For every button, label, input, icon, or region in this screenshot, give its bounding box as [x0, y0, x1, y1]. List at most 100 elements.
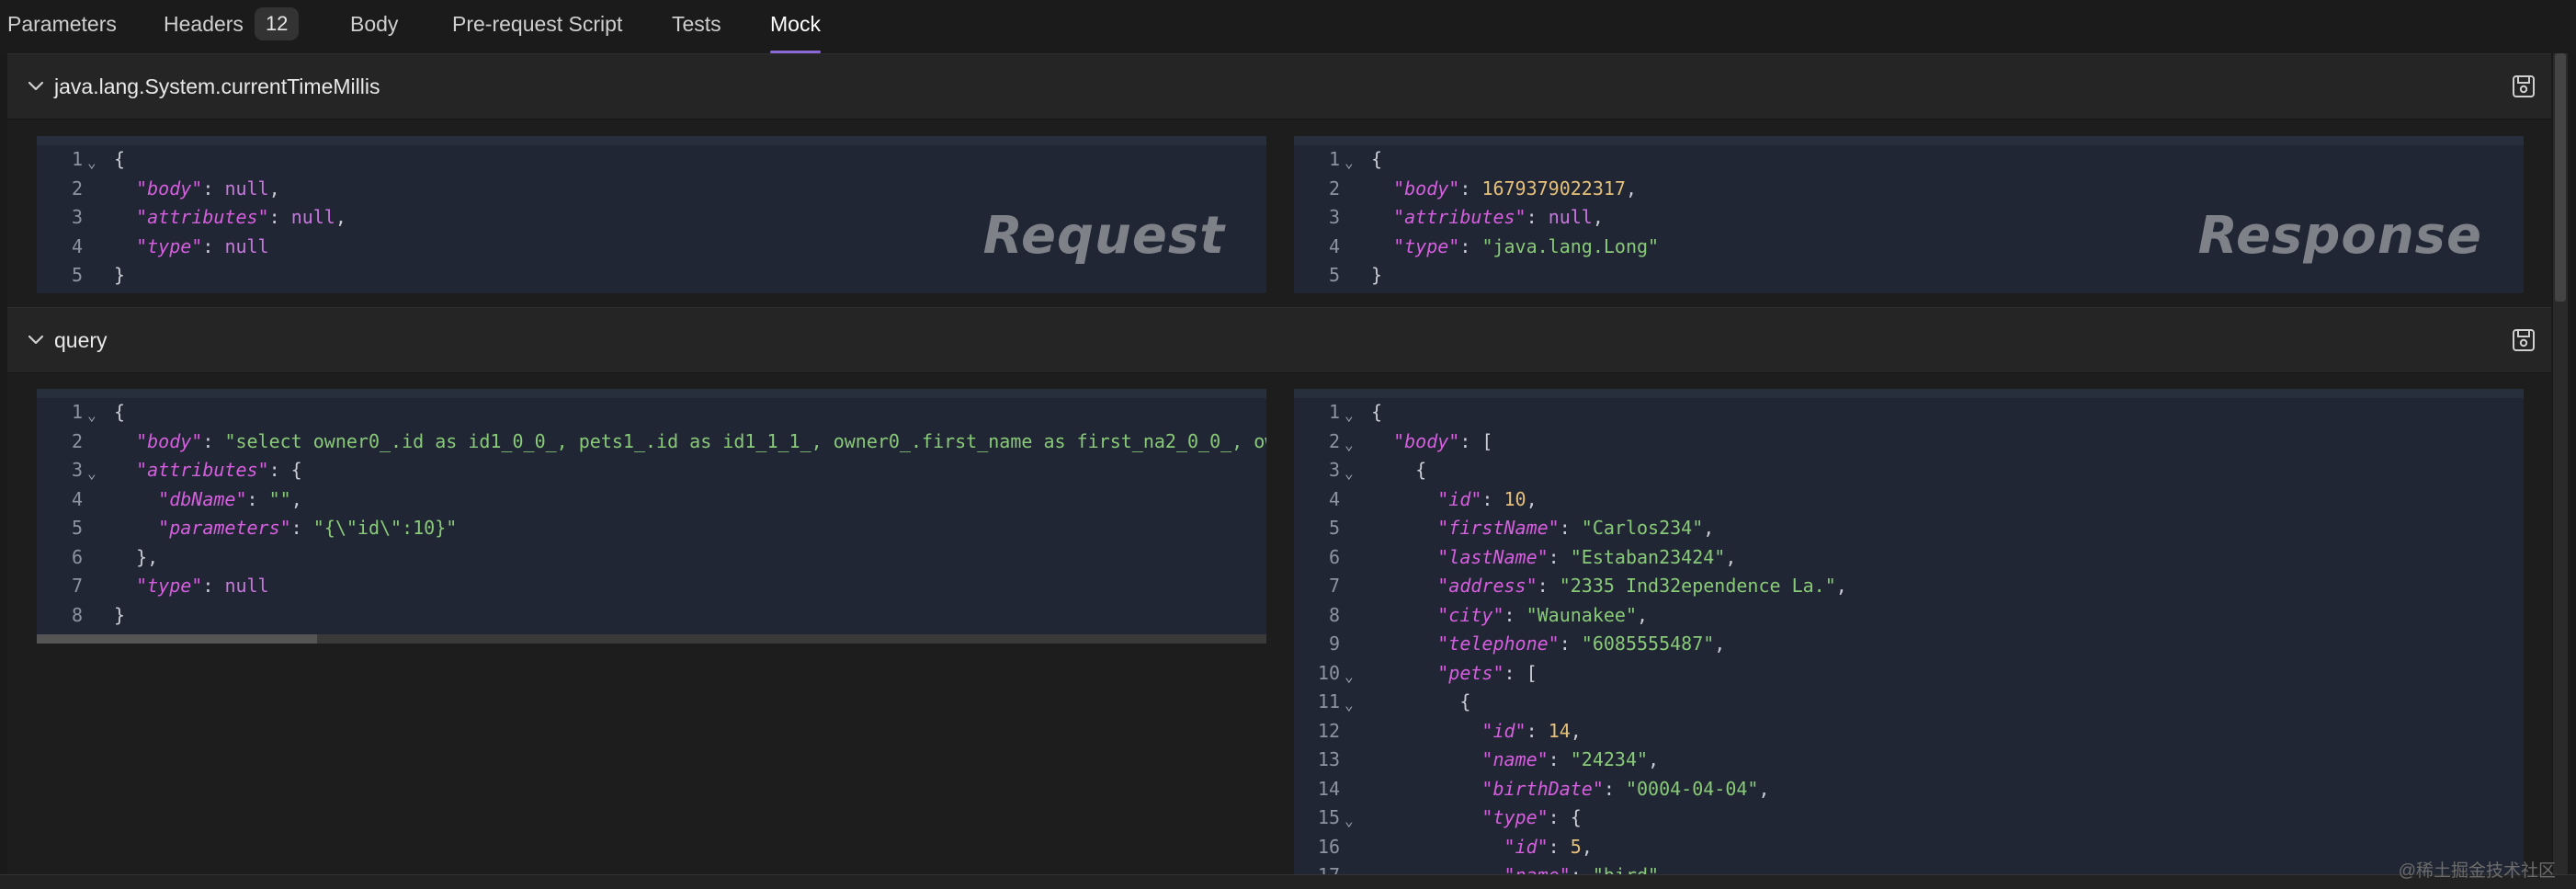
- tab-parameters[interactable]: Parameters: [7, 0, 117, 53]
- chevron-down-icon[interactable]: [22, 73, 50, 100]
- scrollbar-thumb[interactable]: [2555, 53, 2566, 302]
- tab-pre-request-script[interactable]: Pre-request Script: [452, 0, 622, 53]
- code-text: "dbName": "",: [158, 487, 302, 510]
- code-text: "id": 14,: [1481, 719, 1582, 742]
- line-number: 1: [71, 148, 83, 170]
- code-text: "type": null: [136, 575, 269, 597]
- line-number: 2: [71, 177, 83, 199]
- code-text: "address": "2335 Ind32ependence La.",: [1437, 575, 1847, 597]
- tab-tests[interactable]: Tests: [672, 0, 721, 53]
- fold-arrow-icon[interactable]: ⌄: [1345, 430, 1354, 460]
- code-text: "telephone": "6085555487",: [1437, 633, 1726, 655]
- line-number: 13: [1317, 748, 1340, 770]
- code-text: "birthDate": "0004-04-04",: [1481, 777, 1770, 800]
- code-text: "body": [: [1393, 429, 1493, 452]
- code-text: "body": null,: [136, 177, 280, 199]
- scrollbar-thumb[interactable]: [37, 634, 317, 644]
- code-text: }: [114, 603, 126, 626]
- query-response-editor[interactable]: 1 ⌄{2 ⌄ "body": [3 ⌄ {4 "id": 10, 5 "firstNa…: [1294, 389, 2524, 874]
- section-header-currenttimemillis[interactable]: java.lang.System.currentTimeMillis: [7, 53, 2551, 120]
- code-text: {: [1371, 401, 1383, 423]
- code-line: 5 "firstName": "Carlos234",: [1294, 514, 2524, 543]
- horizontal-scrollbar[interactable]: [37, 634, 1266, 644]
- code-text: "id": 10,: [1437, 487, 1538, 510]
- query-request-editor[interactable]: 1 ⌄{2 "body": "select owner0_.id as id1_0…: [37, 389, 1266, 644]
- line-number: 14: [1317, 777, 1340, 800]
- code-text: "type": "java.lang.Long": [1393, 234, 1660, 257]
- line-number: 3: [71, 206, 83, 228]
- line-number: 2: [1328, 177, 1340, 199]
- code-text: {: [114, 401, 126, 423]
- bottom-edge: [0, 874, 2576, 889]
- code-text: {: [1371, 690, 1471, 712]
- code-text: "attributes": {: [136, 459, 302, 481]
- code-text: {: [114, 148, 126, 170]
- code-line: 13 "name": "24234",: [1294, 746, 2524, 775]
- code-line: 6 "lastName": "Estaban23424",: [1294, 543, 2524, 573]
- fold-arrow-icon[interactable]: ⌄: [1345, 459, 1354, 488]
- fold-arrow-icon[interactable]: ⌄: [87, 459, 96, 488]
- tab-label: Tests: [672, 12, 721, 36]
- line-number: 5: [1328, 264, 1340, 286]
- line-number: 3: [1328, 459, 1340, 481]
- fold-arrow-icon[interactable]: ⌄: [1345, 662, 1354, 691]
- code-text: "firstName": "Carlos234",: [1437, 517, 1715, 539]
- code-line: 2 ⌄ "body": [: [1294, 427, 2524, 457]
- line-number: 3: [1328, 206, 1340, 228]
- headers-count-badge: 12: [254, 6, 300, 40]
- tab-label: Parameters: [7, 12, 117, 36]
- line-number: 8: [71, 603, 83, 626]
- code-line: 4 "id": 10,: [1294, 485, 2524, 515]
- request-label: Request: [982, 206, 1225, 266]
- code-text: "body": 1679379022317,: [1393, 177, 1638, 199]
- line-number: 1: [1328, 401, 1340, 423]
- vertical-scrollbar[interactable]: [2553, 53, 2568, 874]
- line-number: 3: [71, 459, 83, 481]
- code-line: 10 ⌄ "pets": [: [1294, 659, 2524, 689]
- code-line: 2 "body": "select owner0_.id as id1_0_0_…: [37, 427, 1266, 457]
- save-icon[interactable]: [2511, 74, 2536, 99]
- fold-arrow-icon[interactable]: ⌄: [1345, 690, 1354, 720]
- code-text: "city": "Waunakee",: [1437, 603, 1649, 626]
- section-title: java.lang.System.currentTimeMillis: [54, 74, 380, 98]
- fold-arrow-icon[interactable]: ⌄: [1345, 806, 1354, 836]
- line-number: 4: [1328, 234, 1340, 257]
- response-label: Response: [2197, 206, 2482, 266]
- fold-arrow-icon[interactable]: ⌄: [87, 401, 96, 430]
- save-icon[interactable]: [2511, 327, 2536, 353]
- tab-headers[interactable]: Headers 12: [164, 0, 300, 53]
- line-number: 4: [71, 234, 83, 257]
- code-line: 8}: [37, 601, 1266, 631]
- section-header-query[interactable]: query: [7, 307, 2551, 373]
- code-text: "attributes": null,: [136, 206, 346, 228]
- fold-arrow-icon[interactable]: ⌄: [1345, 148, 1354, 177]
- code-line: 3 ⌄ {: [1294, 456, 2524, 485]
- code-line: 1 ⌄ {: [37, 398, 1266, 427]
- tab-label: Pre-request Script: [452, 12, 623, 36]
- line-number: 15: [1317, 806, 1340, 828]
- fold-arrow-icon[interactable]: ⌄: [87, 148, 96, 177]
- tab-mock[interactable]: Mock: [770, 0, 821, 53]
- code-line: 14 "birthDate": "0004-04-04",: [1294, 775, 2524, 804]
- line-number: 1: [1328, 148, 1340, 170]
- response-editor[interactable]: 1 ⌄{2 "body": 1679379022317, 3 "attributes…: [1294, 136, 2524, 293]
- code-text: "lastName": "Estaban23424",: [1437, 545, 1737, 568]
- tab-bar: Parameters Headers 12 Body Pre-request Sc…: [0, 0, 2576, 53]
- request-editor[interactable]: 1 ⌄ {2 "body": null, 3 "attributes": null, 4…: [37, 136, 1266, 293]
- line-number: 9: [1328, 633, 1340, 655]
- code-line: 3 ⌄ "attributes": {: [37, 456, 1266, 485]
- code-text: {: [1371, 459, 1427, 481]
- code-text: "attributes": null,: [1393, 206, 1604, 228]
- tab-body[interactable]: Body: [350, 0, 398, 53]
- code-line: 2 "body": 1679379022317,: [1294, 175, 2524, 204]
- code-text: },: [114, 545, 159, 568]
- chevron-down-icon[interactable]: [22, 326, 50, 354]
- code-line: 7 "type": null: [37, 572, 1266, 601]
- code-text: "pets": [: [1437, 661, 1538, 684]
- line-number: 2: [1328, 429, 1340, 452]
- line-number: 4: [1328, 487, 1340, 510]
- fold-arrow-icon[interactable]: ⌄: [1345, 401, 1354, 430]
- code-line: 4 "dbName": "",: [37, 485, 1266, 515]
- code-line: 9 "telephone": "6085555487",: [1294, 630, 2524, 659]
- line-number: 7: [1328, 575, 1340, 597]
